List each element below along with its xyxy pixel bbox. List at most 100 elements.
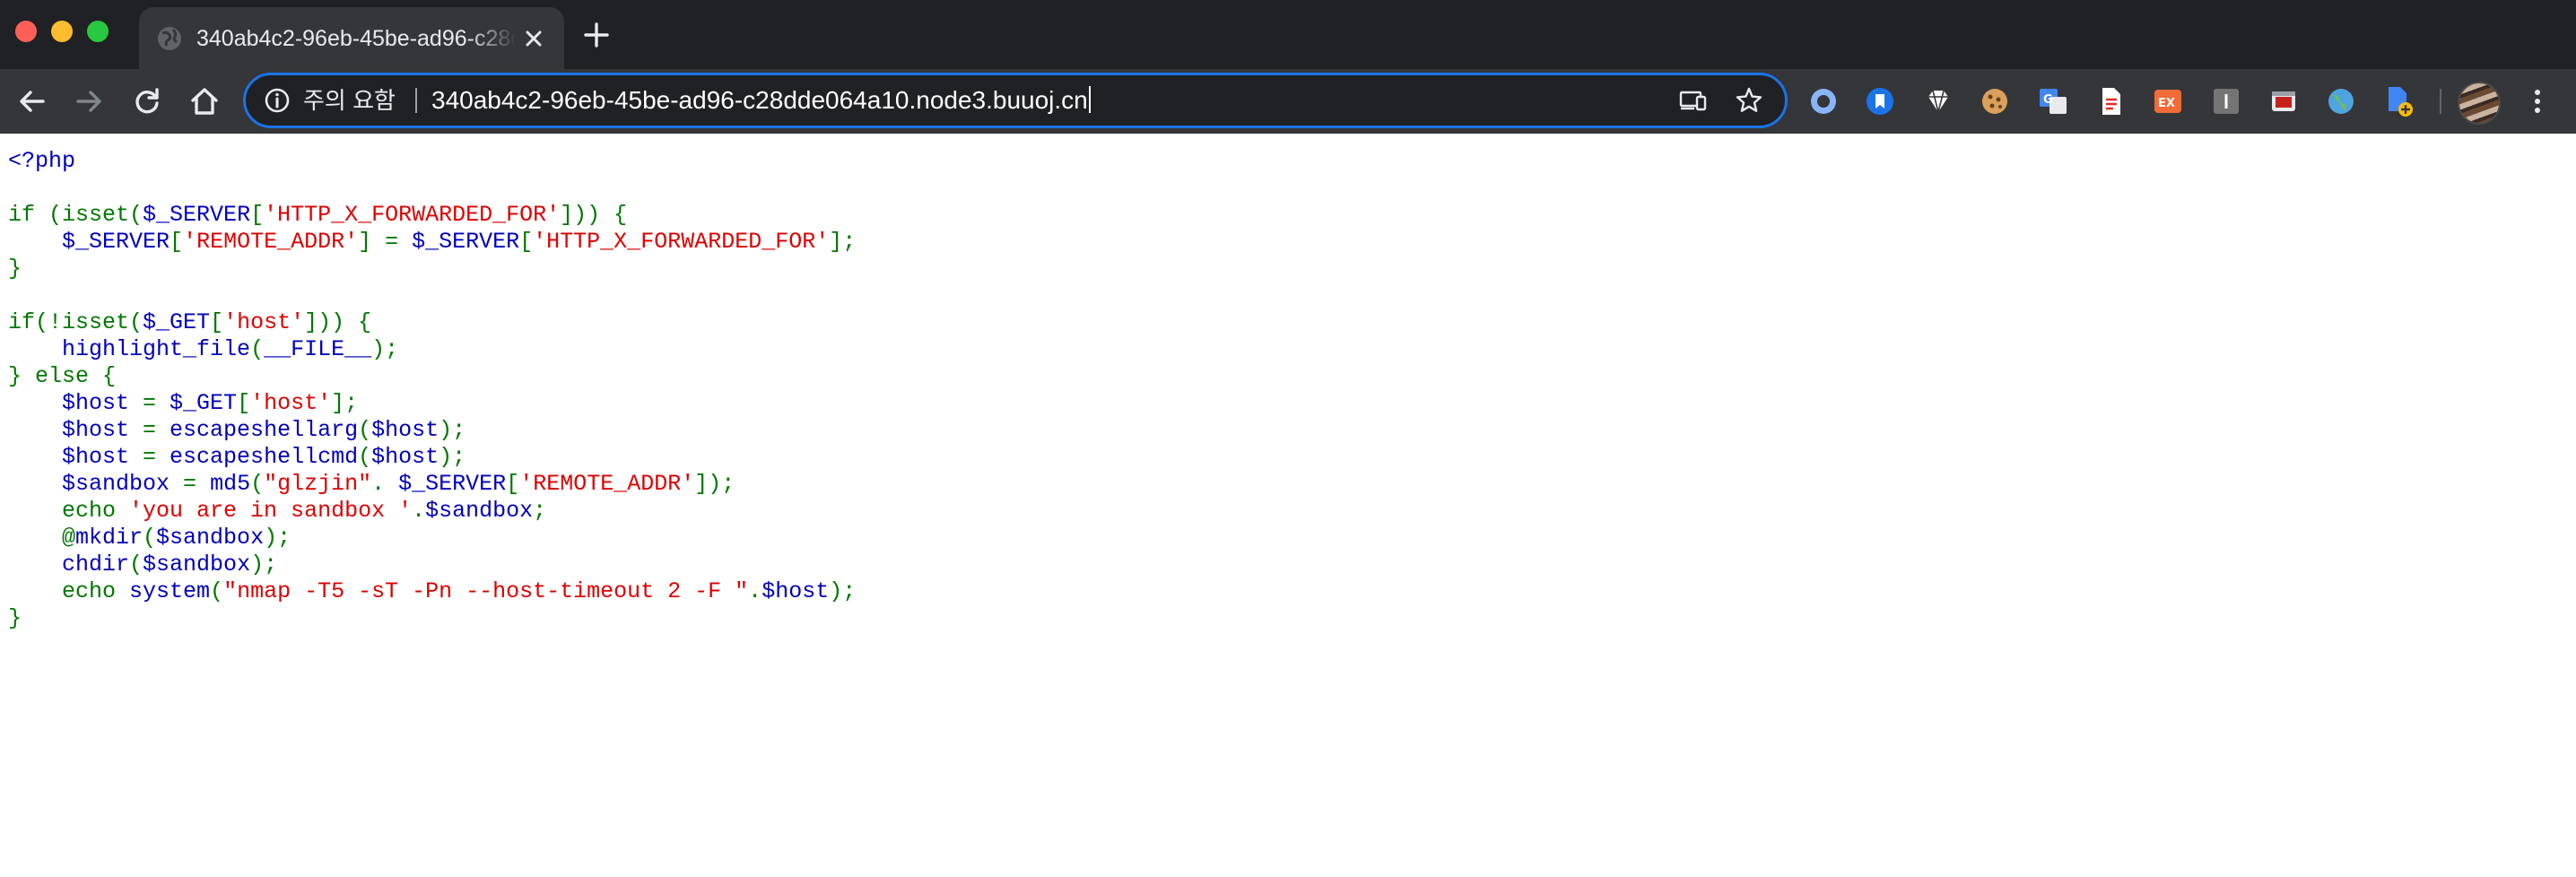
code-token: $_GET	[170, 390, 238, 416]
code-token: (	[358, 444, 372, 470]
browser-tab[interactable]: 340ab4c2-96eb-45be-ad96-c28dde064a10.nod…	[139, 7, 564, 69]
code-token: 'you are in sandbox '	[129, 498, 413, 524]
code-token: [	[210, 309, 224, 335]
tab-strip: 340ab4c2-96eb-45be-ad96-c28dde064a10.nod…	[0, 0, 2576, 69]
close-icon[interactable]	[520, 25, 547, 52]
more-menu-icon[interactable]	[2520, 84, 2554, 118]
reader-extension-icon[interactable]	[2209, 84, 2243, 118]
code-token: 'host'	[250, 390, 332, 416]
code-token: $_SERVER	[412, 229, 520, 255]
code-line: $_SERVER['REMOTE_ADDR'] = $_SERVER['HTTP…	[8, 229, 2555, 256]
home-icon[interactable]	[188, 85, 221, 117]
code-token: (	[250, 471, 265, 497]
ring-extension-icon[interactable]	[1806, 84, 1841, 118]
code-token: system	[129, 578, 211, 604]
code-token: 'HTTP_X_FORWARDED_FOR'	[264, 202, 561, 228]
code-line: echo 'you are in sandbox '.$sandbox;	[8, 498, 2555, 525]
code-line: highlight_file(__FILE__);	[8, 336, 2555, 363]
code-token: $host	[62, 444, 144, 470]
code-token: 'REMOTE_ADDR'	[519, 471, 695, 497]
diamond-extension-icon[interactable]	[1921, 84, 1955, 118]
code-token: "glzjin"	[264, 471, 372, 497]
code-line: if (isset($_SERVER['HTTP_X_FORWARDED_FOR…	[8, 202, 2555, 229]
code-token: (	[250, 336, 265, 362]
code-token: );	[439, 444, 466, 470]
code-line: $sandbox = md5("glzjin". $_SERVER['REMOT…	[8, 471, 2555, 498]
cookie-extension-icon[interactable]	[1978, 84, 2012, 118]
code-token: [	[237, 390, 251, 416]
ex-extension-icon[interactable]: EX	[2151, 84, 2185, 118]
code-token: ;	[533, 498, 547, 524]
toolbar-divider	[2440, 89, 2441, 114]
code-token: (	[129, 551, 144, 577]
close-window-button[interactable]	[15, 21, 37, 42]
code-line: }	[8, 256, 2555, 282]
code-token: escapeshellcmd	[170, 444, 359, 470]
code-token: chdir	[62, 551, 130, 577]
url-input[interactable]: 340ab4c2-96eb-45be-ad96-c28dde064a10.nod…	[431, 83, 1091, 117]
code-line: $host = $_GET['host'];	[8, 390, 2555, 417]
code-token: );	[371, 336, 399, 362]
url-text: 340ab4c2-96eb-45be-ad96-c28dde064a10.nod…	[431, 86, 1088, 114]
globe-extension-icon[interactable]	[2324, 84, 2358, 118]
zoom-window-button[interactable]	[87, 21, 109, 42]
code-token: .	[371, 471, 399, 497]
reload-icon[interactable]	[131, 85, 163, 117]
omnibox-divider	[415, 88, 417, 113]
code-token: $host	[761, 578, 830, 604]
bookmark-extension-icon[interactable]	[1863, 84, 1897, 118]
code-token: $host	[62, 417, 144, 443]
code-line: } else {	[8, 363, 2555, 390]
browser-toolbar: 주의 요함 340ab4c2-96eb-45be-ad96-c28dde064a…	[0, 69, 2576, 134]
code-token: isset	[62, 202, 130, 228]
code-token: =	[183, 471, 211, 497]
text-caret	[1088, 86, 1091, 113]
code-token: (	[358, 417, 372, 443]
code-line: <?php	[8, 148, 2555, 175]
info-icon[interactable]	[264, 87, 291, 114]
code-token: .	[748, 578, 762, 604]
profile-avatar[interactable]	[2458, 82, 2501, 125]
code-token: }	[8, 256, 22, 282]
code-token: 'host'	[223, 309, 305, 335]
code-token: } else {	[8, 363, 117, 389]
code-token: highlight_file	[62, 336, 251, 362]
star-icon[interactable]	[1735, 86, 1763, 115]
back-arrow-icon[interactable]	[16, 85, 48, 117]
code-token: echo	[8, 578, 130, 604]
address-bar[interactable]: 주의 요함 340ab4c2-96eb-45be-ad96-c28dde064a…	[243, 73, 1788, 128]
cast-icon[interactable]	[1678, 86, 1707, 115]
code-token: $sandbox	[156, 525, 265, 551]
translate-extension-icon[interactable]: G	[2036, 84, 2070, 118]
code-token: ] =	[358, 229, 413, 255]
forward-arrow-icon[interactable]	[73, 85, 105, 117]
code-token: __FILE__	[264, 336, 372, 362]
code-line: $host = escapeshellcmd($host);	[8, 444, 2555, 471]
code-token: $host	[371, 444, 439, 470]
code-token: (	[210, 578, 224, 604]
code-token: "nmap -T5 -sT -Pn --host-timeout 2 -F "	[223, 578, 749, 604]
code-token: escapeshellarg	[170, 417, 359, 443]
code-token: 'REMOTE_ADDR'	[183, 229, 359, 255]
plus-icon[interactable]	[583, 22, 610, 48]
document-extension-icon[interactable]	[2093, 84, 2128, 118]
code-token: $_SERVER	[398, 471, 507, 497]
code-token: if(!isset(	[8, 309, 144, 335]
file-add-extension-icon[interactable]	[2381, 84, 2415, 118]
screenshot-extension-icon[interactable]	[2267, 84, 2301, 118]
svg-text:EX: EX	[2158, 97, 2175, 110]
code-token: ]);	[694, 471, 735, 497]
code-token: $sandbox	[62, 471, 184, 497]
code-line: }	[8, 605, 2555, 632]
code-token: <?php	[8, 148, 76, 174]
minimize-window-button[interactable]	[51, 21, 73, 42]
code-token: }	[8, 605, 22, 631]
code-token: ];	[331, 390, 359, 416]
security-label[interactable]: 주의 요함	[303, 84, 396, 117]
code-token: [	[519, 229, 534, 255]
